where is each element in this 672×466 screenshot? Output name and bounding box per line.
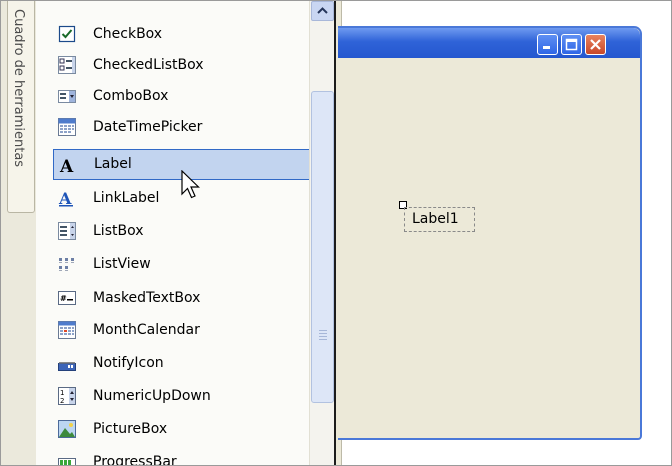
toolbox-item-notifyicon[interactable]: NotifyIcon — [53, 348, 335, 379]
toolbox-item-label: ProgressBar — [93, 454, 177, 466]
numericupdown-icon: 1 2 — [58, 387, 76, 405]
toolbox-item-listview[interactable]: ListView — [53, 249, 335, 280]
toolbox-item-label: NumericUpDown — [93, 388, 211, 404]
toolbox-item-checkedlistbox[interactable]: CheckedListBox — [53, 50, 335, 81]
mouse-pointer-icon — [181, 170, 200, 199]
svg-text:A: A — [59, 157, 74, 174]
checkbox-icon — [58, 25, 76, 43]
toolbox-item-label: MonthCalendar — [93, 322, 200, 338]
close-button[interactable] — [585, 34, 606, 55]
scroll-thumb[interactable] — [311, 91, 334, 403]
toolbox-tab[interactable]: Cuadro de herramientas — [7, 1, 35, 213]
toolbox-item-combobox[interactable]: ComboBox — [53, 81, 335, 112]
screenshot-frame: Cuadro de herramientas CheckBox CheckedL… — [0, 0, 672, 466]
vertical-tab-strip: Cuadro de herramientas — [1, 1, 36, 465]
svg-text:A: A — [58, 189, 72, 207]
toolbox-item-label: ListBox — [93, 223, 144, 239]
listview-icon — [59, 258, 74, 271]
datetimepicker-icon — [58, 118, 76, 136]
chevron-up-icon — [317, 7, 328, 14]
maximize-icon — [565, 38, 578, 51]
scroll-up-button[interactable] — [311, 1, 334, 21]
toolbox-item-progressbar[interactable]: ProgressBar — [53, 447, 335, 466]
toolbox-item-label: Label — [94, 156, 132, 172]
scroll-grip — [319, 330, 327, 340]
progressbar-icon — [58, 458, 76, 465]
toolbox-item-maskedtextbox[interactable]: # MaskedTextBox — [53, 283, 335, 314]
toolbox-tab-label: Cuadro de herramientas — [11, 9, 26, 168]
checked-listbox-icon — [58, 56, 76, 74]
minimize-button[interactable] — [537, 34, 558, 55]
combobox-icon — [58, 90, 76, 103]
svg-text:#: # — [60, 294, 67, 303]
toolbox-scrollbar[interactable] — [309, 1, 334, 465]
toolbox-item-label: CheckBox — [93, 26, 163, 42]
toolbox-item-monthcalendar[interactable]: MonthCalendar — [53, 315, 335, 346]
toolbox-item-datetimepicker[interactable]: DateTimePicker — [53, 112, 335, 143]
designer-form[interactable]: Label1 — [338, 26, 642, 440]
toolbox-item-label: ComboBox — [93, 88, 169, 104]
listbox-icon — [58, 222, 76, 240]
form-label-control[interactable]: Label1 — [404, 207, 475, 232]
form-label-text: Label1 — [412, 211, 459, 227]
form-titlebar[interactable] — [338, 28, 640, 58]
toolbox-item-label: DateTimePicker — [93, 119, 203, 135]
svg-text:2: 2 — [60, 397, 64, 405]
maskedtextbox-icon: # — [58, 291, 76, 305]
toolbox-item-checkbox[interactable]: CheckBox — [53, 19, 335, 50]
linklabel-icon: A — [58, 189, 73, 207]
minimize-icon — [543, 46, 550, 49]
toolbox-item-listbox[interactable]: ListBox — [53, 216, 335, 247]
close-icon — [590, 39, 601, 50]
toolbox-panel: CheckBox CheckedListBox ComboBox DateTim… — [36, 1, 335, 466]
toolbox-item-numericupdown[interactable]: 1 2 NumericUpDown — [53, 381, 335, 412]
toolbox-item-label: ListView — [93, 256, 151, 272]
toolbox-item-label: PictureBox — [93, 421, 168, 437]
picturebox-icon — [58, 420, 76, 438]
svg-text:1: 1 — [60, 389, 64, 397]
toolbox-item-picturebox[interactable]: PictureBox — [53, 414, 335, 445]
toolbox-item-label: CheckedListBox — [93, 57, 204, 73]
toolbox-item-partial — [53, 1, 335, 19]
toolbox-item-label: MaskedTextBox — [93, 290, 201, 306]
label-icon: A — [59, 157, 74, 174]
notifyicon-icon — [58, 362, 76, 371]
toolbox-item-label: LinkLabel — [93, 190, 160, 206]
monthcalendar-icon — [58, 321, 76, 339]
toolbox-item-label: NotifyIcon — [93, 355, 164, 371]
maximize-button[interactable] — [561, 34, 582, 55]
